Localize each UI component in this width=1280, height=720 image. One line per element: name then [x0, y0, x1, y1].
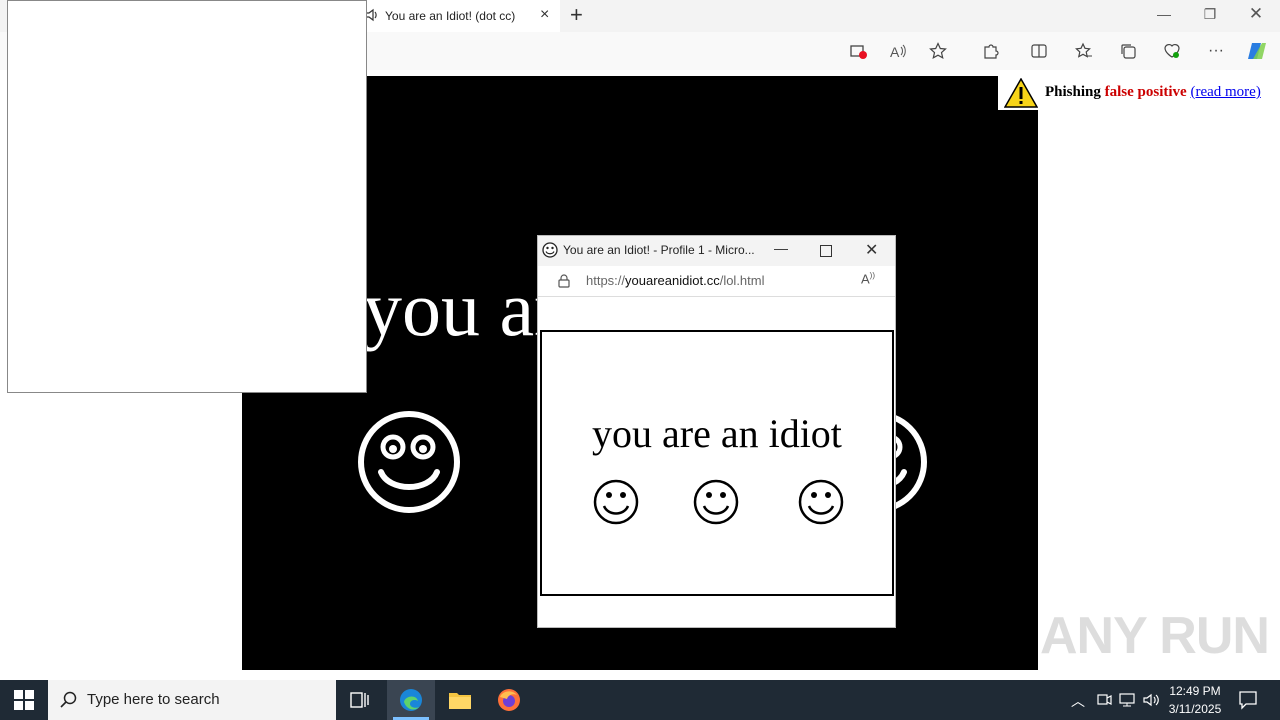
taskbar-search-box[interactable]: Type here to search [48, 680, 336, 720]
volume-icon[interactable] [1142, 691, 1160, 714]
svg-text:A: A [890, 44, 900, 60]
speaker-icon[interactable] [365, 8, 379, 25]
notifications-icon[interactable] [1238, 690, 1258, 715]
tab-close-icon[interactable]: × [540, 6, 549, 24]
minimize-icon[interactable]: — [1152, 6, 1176, 22]
maximize-icon[interactable] [820, 245, 832, 257]
warning-triangle-icon [1004, 78, 1038, 108]
clock-date[interactable]: 3/11/2025 [1163, 702, 1227, 716]
popup-url: https://youareanidiot.cc/lol.html [586, 273, 765, 288]
idiot-popup-window[interactable]: You are an Idiot! - Profile 1 - Micro...… [538, 236, 895, 627]
meet-now-icon[interactable] [1096, 692, 1112, 713]
warning-text: Phishing false positive (read more) [1045, 84, 1261, 101]
extensions-icon[interactable] [980, 40, 1002, 62]
collections-icon[interactable] [1117, 40, 1139, 62]
new-tab-button[interactable]: + [570, 2, 583, 28]
add-favorite-icon[interactable] [927, 40, 949, 62]
tracking-blocked-icon[interactable] [847, 40, 869, 62]
read-aloud-icon[interactable]: A [887, 40, 909, 62]
warning-prefix: Phishing [1045, 84, 1101, 100]
popup-address-bar[interactable]: https://youareanidiot.cc/lol.html A)) [538, 266, 895, 297]
url-host: youareanidiot.cc [625, 273, 720, 288]
popup-headline: you are an idiot [592, 411, 842, 456]
minimize-icon[interactable]: — [774, 240, 788, 256]
copilot-icon[interactable] [1246, 40, 1268, 62]
split-screen-icon[interactable] [1028, 40, 1050, 62]
network-icon[interactable] [1119, 692, 1135, 713]
taskbar: Type here to search ︿ 12:49 PM 3/11/2025 [0, 680, 1280, 720]
url-path: /lol.html [719, 273, 765, 288]
start-button[interactable] [14, 690, 34, 715]
task-view-icon[interactable] [350, 690, 370, 715]
browser-essentials-icon[interactable] [1161, 40, 1183, 62]
url-scheme: https:// [586, 273, 626, 288]
phishing-warning-banner: Phishing false positive (read more) [998, 76, 1280, 110]
smiley-icon [358, 411, 460, 513]
anyrun-watermark: ANY RUN [1040, 607, 1270, 665]
smiley-icon [542, 242, 558, 258]
read-aloud-icon[interactable]: A)) [861, 271, 875, 286]
restore-icon[interactable]: ❐ [1198, 6, 1222, 23]
popup-title: You are an Idiot! - Profile 1 - Micro... [563, 243, 755, 257]
close-icon[interactable]: ✕ [865, 240, 878, 260]
popup-page-content: you are an idiot [540, 330, 894, 596]
more-icon[interactable]: ··· [1205, 40, 1227, 62]
smiley-icon [593, 479, 639, 525]
windows-icon [14, 690, 34, 710]
close-icon[interactable]: ✕ [1244, 4, 1268, 24]
favorites-icon[interactable] [1073, 40, 1095, 62]
popup-title-bar[interactable]: You are an Idiot! - Profile 1 - Micro...… [538, 236, 895, 266]
firefox-icon[interactable] [497, 688, 521, 717]
smiley-icon [693, 479, 739, 525]
edge-icon [400, 689, 422, 711]
smiley-icon [798, 479, 844, 525]
search-icon [60, 691, 77, 708]
blank-popup-window[interactable] [7, 0, 367, 393]
chevron-up-icon[interactable]: ︿ [1071, 691, 1085, 711]
warning-highlight: false positive [1104, 84, 1187, 100]
tab-title: You are an Idiot! (dot cc) [385, 9, 516, 23]
read-more-link[interactable]: (read more) [1190, 84, 1260, 100]
lock-icon[interactable] [557, 274, 571, 288]
search-placeholder: Type here to search [87, 691, 220, 708]
tab-active[interactable]: You are an Idiot! (dot cc) × [360, 0, 560, 32]
clock-time[interactable]: 12:49 PM [1163, 684, 1227, 698]
file-explorer-icon[interactable] [448, 689, 472, 716]
edge-taskbar-button[interactable] [387, 680, 435, 720]
